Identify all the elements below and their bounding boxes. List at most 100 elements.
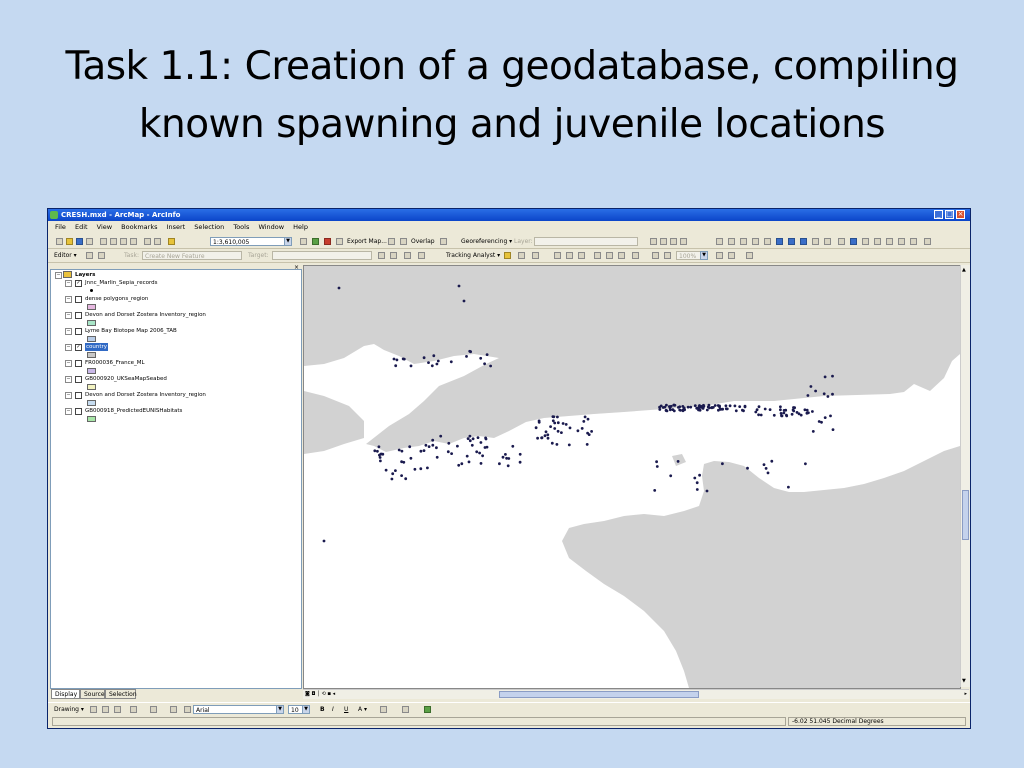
menu-help[interactable]: Help <box>293 223 308 231</box>
menu-insert[interactable]: Insert <box>167 223 186 231</box>
layer-visibility-checkbox[interactable] <box>75 312 82 319</box>
scroll-down-icon[interactable]: ▼ <box>962 678 968 684</box>
layout-zoom-whole-icon[interactable] <box>652 252 659 259</box>
view-link-table-icon[interactable] <box>680 238 687 245</box>
layout-zoom-dropdown-icon[interactable]: ▼ <box>700 251 708 260</box>
select-features-icon[interactable] <box>812 238 819 245</box>
edit-tool-icon[interactable] <box>86 252 93 259</box>
layout-fixed-zoom-in-icon[interactable] <box>594 252 601 259</box>
focus-data-frame-icon[interactable] <box>728 252 735 259</box>
edit-vertices-icon[interactable] <box>378 252 385 259</box>
menu-edit[interactable]: Edit <box>75 223 88 231</box>
zoom-to-selected-icon[interactable] <box>114 706 121 713</box>
fill-color-icon[interactable] <box>380 706 387 713</box>
layer-collapse-icon[interactable]: − <box>65 280 72 287</box>
save-icon[interactable] <box>76 238 83 245</box>
toggle-draft-icon[interactable] <box>716 252 723 259</box>
task-select[interactable]: Create New Feature <box>142 251 242 260</box>
export-map-icon[interactable] <box>336 238 343 245</box>
playback-icon[interactable] <box>518 252 525 259</box>
full-extent-icon[interactable] <box>776 238 783 245</box>
text-color-icon[interactable]: A ▾ <box>358 703 367 716</box>
pan-icon[interactable] <box>764 238 771 245</box>
italic-icon[interactable]: I <box>332 703 334 716</box>
georef-tool-icon[interactable] <box>650 238 657 245</box>
layer-collapse-icon[interactable]: − <box>65 376 72 383</box>
print-icon[interactable] <box>86 238 93 245</box>
swipe-icon[interactable] <box>388 238 395 245</box>
copy-icon[interactable] <box>110 238 117 245</box>
layer-collapse-icon[interactable]: − <box>65 392 72 399</box>
underline-icon[interactable]: U <box>344 703 348 716</box>
layer-visibility-checkbox[interactable] <box>75 296 82 303</box>
data-view-icon[interactable]: ◙ ◘ │ ⟲ ◾ ◂ <box>305 690 335 699</box>
toc-layer-item[interactable]: − GB000918_PredictedEUNISHabitats <box>51 407 299 423</box>
menu-bookmarks[interactable]: Bookmarks <box>121 223 157 231</box>
layer-name[interactable]: FR000036_France_ML <box>85 359 145 367</box>
time-slider-icon[interactable] <box>924 238 931 245</box>
cut-icon[interactable] <box>100 238 107 245</box>
target-select[interactable] <box>272 251 372 260</box>
layout-fixed-zoom-out-icon[interactable] <box>606 252 613 259</box>
new-text-icon[interactable] <box>150 706 157 713</box>
georef-dropdown-icon[interactable] <box>660 238 667 245</box>
overlap-button[interactable]: Overlap <box>411 235 435 248</box>
rectangle-icon[interactable] <box>130 706 137 713</box>
toc-layer-item[interactable]: − Lyme Bay Biotope Map 2006_TAB <box>51 327 299 343</box>
horizontal-scroll-thumb[interactable] <box>499 691 699 698</box>
rotate-icon[interactable] <box>390 252 397 259</box>
line-color-icon[interactable] <box>402 706 409 713</box>
tab-source[interactable]: Source <box>80 689 105 699</box>
add-temporal-data-icon[interactable] <box>504 252 511 259</box>
toc-root-layers[interactable]: Layers <box>75 271 95 279</box>
hyperlink-icon[interactable] <box>898 238 905 245</box>
editor-toolbar-icon[interactable] <box>300 238 307 245</box>
tab-display[interactable]: Display <box>51 689 80 699</box>
minimize-icon[interactable]: _ <box>934 210 943 219</box>
back-icon[interactable] <box>788 238 795 245</box>
toc-layer-item[interactable]: − ✓ country <box>51 343 299 359</box>
layer-collapse-icon[interactable]: − <box>65 328 72 335</box>
clear-selection-icon[interactable] <box>824 238 831 245</box>
rotate-drawing-icon[interactable] <box>102 706 109 713</box>
layer-visibility-checkbox[interactable]: ✓ <box>75 280 82 287</box>
export-map-button[interactable]: Export Map... <box>347 235 387 248</box>
map-view[interactable] <box>303 265 961 689</box>
menu-file[interactable]: File <box>55 223 66 231</box>
zoom-out-icon[interactable] <box>728 238 735 245</box>
tab-selection[interactable]: Selection <box>105 689 137 699</box>
layout-zoom-icon[interactable] <box>578 252 585 259</box>
fixed-zoom-in-icon[interactable] <box>740 238 747 245</box>
tracking-analyst-menu[interactable]: Tracking Analyst ▾ <box>446 249 500 262</box>
font-color-icon[interactable] <box>184 706 191 713</box>
arccatalog-icon[interactable] <box>324 238 331 245</box>
map-vertical-scrollbar[interactable]: ▲ ▼ <box>960 265 970 687</box>
toc-close-icon[interactable]: × <box>294 265 299 271</box>
layers-collapse-icon[interactable]: − <box>55 272 62 279</box>
toc-layer-item[interactable]: − Devon and Dorset Zostera Inventory_regi… <box>51 391 299 407</box>
layout-full-extent-icon[interactable] <box>618 252 625 259</box>
layer-visibility-checkbox[interactable] <box>75 376 82 383</box>
georeferencing-menu[interactable]: Georeferencing ▾ <box>461 235 512 248</box>
identify-icon[interactable] <box>850 238 857 245</box>
map-scale-input[interactable]: 1:3,610,005 <box>210 237 290 246</box>
layer-collapse-icon[interactable]: − <box>65 344 72 351</box>
layer-collapse-icon[interactable]: − <box>65 360 72 367</box>
layer-name[interactable]: Jnnc_Marlin_Sepia_records <box>85 279 158 287</box>
layer-visibility-checkbox[interactable] <box>75 360 82 367</box>
toc-layer-item[interactable]: − FR000036_France_ML <box>51 359 299 375</box>
sketch-tool-icon[interactable] <box>98 252 105 259</box>
layer-collapse-icon[interactable]: − <box>65 408 72 415</box>
georef-layer-select[interactable] <box>534 237 638 246</box>
delete-icon[interactable] <box>130 238 137 245</box>
select-elements-icon[interactable] <box>838 238 845 245</box>
add-control-points-icon[interactable] <box>670 238 677 245</box>
toc-layer-item[interactable]: − ✓ Jnnc_Marlin_Sepia_records <box>51 279 299 295</box>
layer-name[interactable]: GB000920_UKSeaMapSeabed <box>85 375 167 383</box>
add-data-icon[interactable] <box>168 238 175 245</box>
redo-icon[interactable] <box>154 238 161 245</box>
drawing-menu[interactable]: Drawing ▾ <box>54 703 84 716</box>
scroll-up-icon[interactable]: ▲ <box>962 267 968 273</box>
layout-pan-icon[interactable] <box>566 252 573 259</box>
layer-collapse-icon[interactable]: − <box>65 312 72 319</box>
